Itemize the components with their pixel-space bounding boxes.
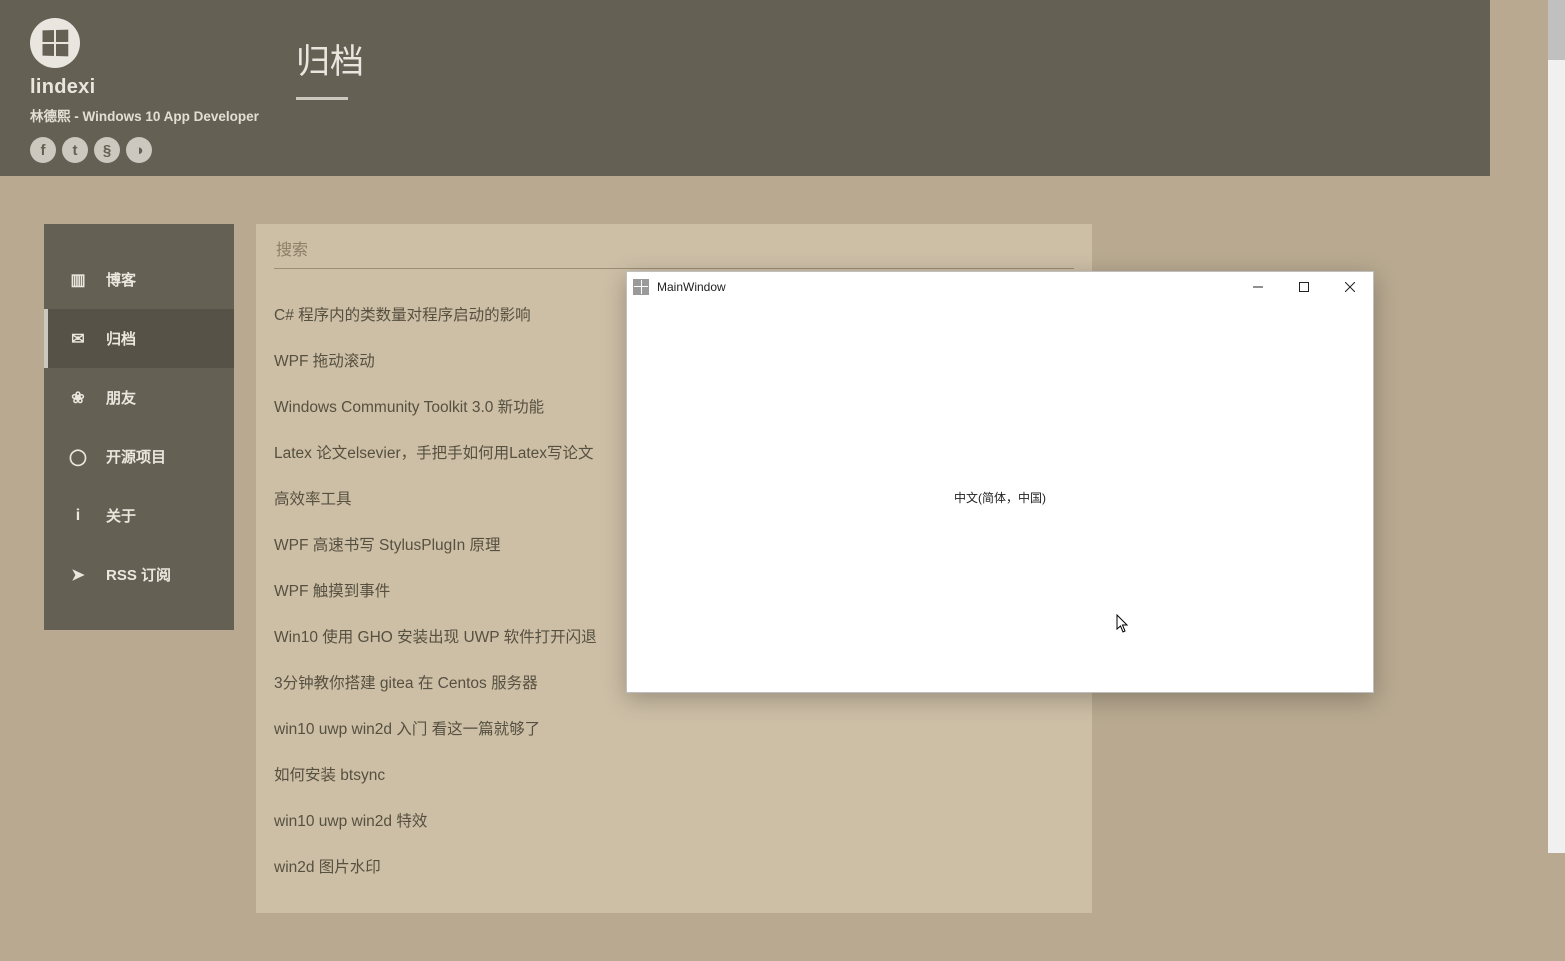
app-window-title: MainWindow	[657, 280, 726, 294]
nav-label: 归档	[106, 328, 136, 349]
github-icon: ◯	[68, 447, 88, 467]
social-links: ft§◑	[30, 137, 1460, 163]
app-content-text: 中文(简体，中国)	[954, 489, 1046, 506]
nav-label: 关于	[106, 505, 136, 526]
post-link[interactable]: win10 uwp win2d 入门 看这一篇就够了	[274, 705, 1074, 751]
scrollbar-thumb[interactable]	[1548, 0, 1565, 60]
nav-item-4[interactable]: i 关于	[44, 486, 234, 545]
site-subtitle: 林德熙 - Windows 10 App Developer	[30, 105, 1460, 125]
search-input[interactable]	[274, 234, 1074, 269]
window-close-button[interactable]	[1327, 272, 1373, 302]
facebook-icon[interactable]: f	[30, 137, 56, 163]
post-link[interactable]: win10 uwp win2d 特效	[274, 797, 1074, 843]
site-logo[interactable]	[30, 18, 80, 68]
window-minimize-button[interactable]	[1235, 272, 1281, 302]
page-title: 归档	[296, 34, 364, 83]
nav-label: RSS 订阅	[106, 564, 171, 585]
window-maximize-button[interactable]	[1281, 272, 1327, 302]
info-icon: i	[68, 507, 88, 525]
github-icon[interactable]: ◑	[126, 137, 152, 163]
nav-label: 博客	[106, 269, 136, 290]
nav-item-5[interactable]: ➤ RSS 订阅	[44, 545, 234, 604]
title-underline	[296, 97, 348, 100]
site-name[interactable]: lindexi	[30, 76, 1460, 99]
app-window: MainWindow 中文(简体，中国)	[626, 271, 1374, 693]
post-link[interactable]: 如何安装 btsync	[274, 751, 1074, 797]
site-header: lindexi 林德熙 - Windows 10 App Developer f…	[0, 0, 1490, 176]
page-scrollbar[interactable]	[1548, 0, 1565, 853]
stackoverflow-icon[interactable]: §	[94, 137, 120, 163]
twitter-icon[interactable]: t	[62, 137, 88, 163]
friends-icon: ❀	[68, 388, 88, 408]
rss-icon: ➤	[68, 565, 88, 585]
chat-icon: ✉	[68, 329, 88, 349]
book-icon: ▥	[68, 270, 88, 290]
nav-label: 朋友	[106, 387, 136, 408]
sidebar-nav: ▥ 博客 ✉ 归档 ❀ 朋友 ◯ 开源项目 i 关于 ➤ RSS 订阅	[44, 224, 234, 630]
nav-item-3[interactable]: ◯ 开源项目	[44, 427, 234, 486]
nav-item-1[interactable]: ✉ 归档	[44, 309, 234, 368]
nav-item-2[interactable]: ❀ 朋友	[44, 368, 234, 427]
app-titlebar[interactable]: MainWindow	[627, 272, 1373, 302]
nav-label: 开源项目	[106, 446, 166, 467]
app-window-body: 中文(简体，中国)	[627, 302, 1373, 692]
post-link[interactable]: win2d 图片水印	[274, 843, 1074, 889]
windows-icon	[43, 30, 69, 57]
app-icon	[633, 279, 649, 295]
nav-item-0[interactable]: ▥ 博客	[44, 250, 234, 309]
